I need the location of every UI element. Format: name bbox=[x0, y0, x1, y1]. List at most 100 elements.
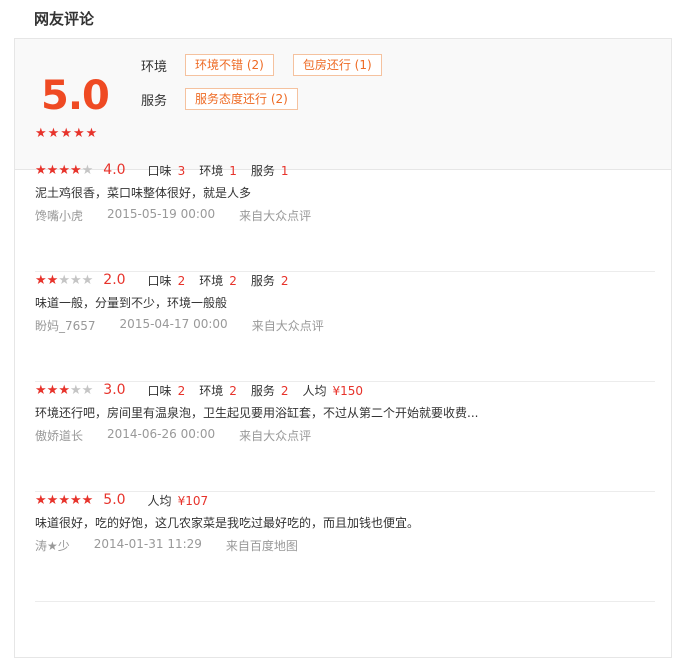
star-filled-icon: ★ bbox=[35, 272, 47, 288]
overall-score: 5.0 bbox=[41, 73, 110, 119]
sub-score-value: 1 bbox=[280, 163, 289, 178]
star-filled-icon: ★ bbox=[35, 162, 47, 178]
tag-row-environment: 环境 环境不错 (2) 包房还行 (1) bbox=[141, 54, 401, 76]
star-filled-icon: ★ bbox=[58, 162, 70, 178]
review-rating: 3.0 bbox=[103, 382, 126, 398]
sub-score-label: 口味 bbox=[147, 273, 172, 288]
star-empty-icon: ★ bbox=[58, 272, 70, 288]
review-sub-score: 服务 2 bbox=[251, 272, 289, 289]
review-stars: ★ ★ ★ ★ ★ bbox=[35, 494, 93, 507]
star-filled-icon: ★ bbox=[46, 492, 59, 508]
sub-score-value: 2 bbox=[280, 273, 289, 288]
review-date: 2014-06-26 00:00 bbox=[107, 427, 216, 441]
star-filled-icon: ★ bbox=[69, 492, 82, 508]
star-filled-icon: ★ bbox=[35, 492, 47, 508]
sub-score-value: 2 bbox=[280, 383, 289, 398]
sub-score-label: 服务 bbox=[250, 383, 275, 398]
star-filled-icon: ★ bbox=[47, 126, 60, 141]
star-empty-icon: ★ bbox=[81, 162, 94, 178]
review-sub-score: 人均 ¥107 bbox=[148, 492, 209, 509]
star-filled-icon: ★ bbox=[69, 162, 82, 178]
tag-environment-good[interactable]: 环境不错 (2) bbox=[185, 54, 274, 76]
review-sub-score: 环境 1 bbox=[199, 162, 237, 179]
sub-score-value: 2 bbox=[229, 273, 237, 288]
review-meta: ★ ★ ★ ★ ★ 2.0 口味 2 环境 2 服务 2 bbox=[35, 271, 303, 289]
review-footer: 馋嘴小虎 2015-05-19 00:00 来自大众点评 bbox=[35, 207, 335, 224]
review-text: 泥土鸡很香，菜口味整体很好，就是人多 bbox=[35, 186, 252, 200]
review-source: 来自大众点评 bbox=[239, 209, 312, 223]
review-item: ★ ★ ★ ★ ★ 4.0 口味 3 环境 1 服务 1 泥土鸡很香，菜口味整体很好，就是人多 馋嘴小虎 2… bbox=[35, 161, 655, 272]
review-sub-score: 环境 2 bbox=[199, 272, 237, 289]
star-empty-icon: ★ bbox=[81, 272, 94, 288]
review-text: 环境还行吧，房间里有温泉泡，卫生起见要用浴缸套，不过从第二个开始就要收费... bbox=[35, 406, 479, 420]
sub-score-label: 环境 bbox=[199, 273, 224, 288]
review-sub-score: 口味 2 bbox=[148, 272, 186, 289]
star-filled-icon: ★ bbox=[85, 126, 98, 141]
review-user: 傲娇道长 bbox=[35, 429, 84, 443]
review-footer: 涛★少 2014-01-31 11:29 来自百度地图 bbox=[35, 537, 322, 554]
sub-score-value: 2 bbox=[177, 273, 186, 288]
sub-score-label: 人均 bbox=[147, 493, 172, 508]
star-filled-icon: ★ bbox=[46, 382, 59, 398]
review-meta: ★ ★ ★ ★ ★ 3.0 口味 2 环境 2 服务 2 人均 ¥150 bbox=[35, 381, 377, 399]
review-date: 2014-01-31 11:29 bbox=[93, 537, 202, 551]
review-meta: ★ ★ ★ ★ ★ 5.0 人均 ¥107 bbox=[35, 491, 222, 509]
section-title: 网友评论 bbox=[34, 10, 95, 28]
review-footer: 盼妈_7657 2015-04-17 00:00 来自大众点评 bbox=[35, 317, 348, 334]
sub-score-label: 服务 bbox=[250, 163, 275, 178]
review-sub-score: 口味 3 bbox=[148, 162, 186, 179]
sub-score-label: 环境 bbox=[199, 163, 224, 178]
review-date: 2015-04-17 00:00 bbox=[119, 317, 228, 331]
star-filled-icon: ★ bbox=[46, 272, 59, 288]
star-filled-icon: ★ bbox=[46, 162, 59, 178]
star-empty-icon: ★ bbox=[69, 382, 82, 398]
review-source: 来自大众点评 bbox=[239, 429, 312, 443]
review-source: 来自大众点评 bbox=[251, 319, 324, 333]
sub-score-label: 环境 bbox=[199, 383, 224, 398]
review-item: ★ ★ ★ ★ ★ 5.0 人均 ¥107 味道很好，吃的好饱，这几农家菜是我吃过最好吃的，而且… bbox=[35, 491, 655, 602]
sub-score-value: 2 bbox=[177, 383, 186, 398]
sub-score-label: 口味 bbox=[147, 163, 172, 178]
star-filled-icon: ★ bbox=[72, 126, 85, 141]
review-rating: 2.0 bbox=[103, 272, 126, 288]
review-text: 味道很好，吃的好饱，这几农家菜是我吃过最好吃的，而且加钱也便宜。 bbox=[35, 516, 420, 530]
sub-score-value: ¥150 bbox=[332, 383, 364, 398]
star-filled-icon: ★ bbox=[81, 492, 94, 508]
review-sub-score: 人均 ¥150 bbox=[303, 382, 364, 399]
star-filled-icon: ★ bbox=[60, 126, 72, 141]
tag-service-ok[interactable]: 服务态度还行 (2) bbox=[185, 88, 298, 110]
star-empty-icon: ★ bbox=[81, 382, 94, 398]
review-rating: 4.0 bbox=[103, 162, 126, 178]
review-user: 盼妈_7657 bbox=[35, 319, 96, 333]
overall-stars: ★ ★ ★ ★ ★ bbox=[35, 127, 97, 140]
tag-row-label: 环境 bbox=[141, 59, 168, 75]
tag-private-room-ok[interactable]: 包房还行 (1) bbox=[292, 54, 382, 76]
review-sub-score: 环境 2 bbox=[199, 382, 237, 399]
sub-score-label: 人均 bbox=[302, 383, 327, 398]
review-item: ★ ★ ★ ★ ★ 3.0 口味 2 环境 2 服务 2 人均 ¥150 环境还行吧，房间里有温泉泡，卫生起… bbox=[35, 381, 655, 492]
star-empty-icon: ★ bbox=[69, 272, 82, 288]
review-date: 2015-05-19 00:00 bbox=[107, 207, 216, 221]
review-stars: ★ ★ ★ ★ ★ bbox=[35, 274, 93, 287]
star-filled-icon: ★ bbox=[58, 492, 70, 508]
sub-score-label: 服务 bbox=[250, 273, 275, 288]
star-filled-icon: ★ bbox=[58, 382, 70, 398]
review-rating: 5.0 bbox=[103, 492, 126, 508]
review-text: 味道一般，分量到不少，环境一般般 bbox=[35, 296, 228, 310]
sub-score-value: 1 bbox=[229, 163, 237, 178]
tag-row-label: 服务 bbox=[141, 93, 168, 109]
review-user: 馋嘴小虎 bbox=[35, 209, 84, 223]
star-filled-icon: ★ bbox=[35, 382, 47, 398]
star-filled-icon: ★ bbox=[35, 126, 47, 141]
review-footer: 傲娇道长 2014-06-26 00:00 来自大众点评 bbox=[35, 427, 335, 444]
review-stars: ★ ★ ★ ★ ★ bbox=[35, 384, 93, 397]
review-meta: ★ ★ ★ ★ ★ 4.0 口味 3 环境 1 服务 1 bbox=[35, 161, 303, 179]
sub-score-value: 2 bbox=[229, 383, 237, 398]
review-sub-score: 口味 2 bbox=[148, 382, 186, 399]
rating-summary: 5.0 ★ ★ ★ ★ ★ 环境 环境不错 (2) 包房还行 (1) 服务 服务态度还行… bbox=[15, 39, 671, 170]
review-source: 来自百度地图 bbox=[225, 539, 298, 553]
review-sub-score: 服务 1 bbox=[251, 162, 289, 179]
review-sub-score: 服务 2 bbox=[251, 382, 289, 399]
review-item: ★ ★ ★ ★ ★ 2.0 口味 2 环境 2 服务 2 味道一般，分量到不少，环境一般般 盼妈_7657… bbox=[35, 271, 655, 382]
tag-row-service: 服务 服务态度还行 (2) bbox=[141, 88, 317, 110]
